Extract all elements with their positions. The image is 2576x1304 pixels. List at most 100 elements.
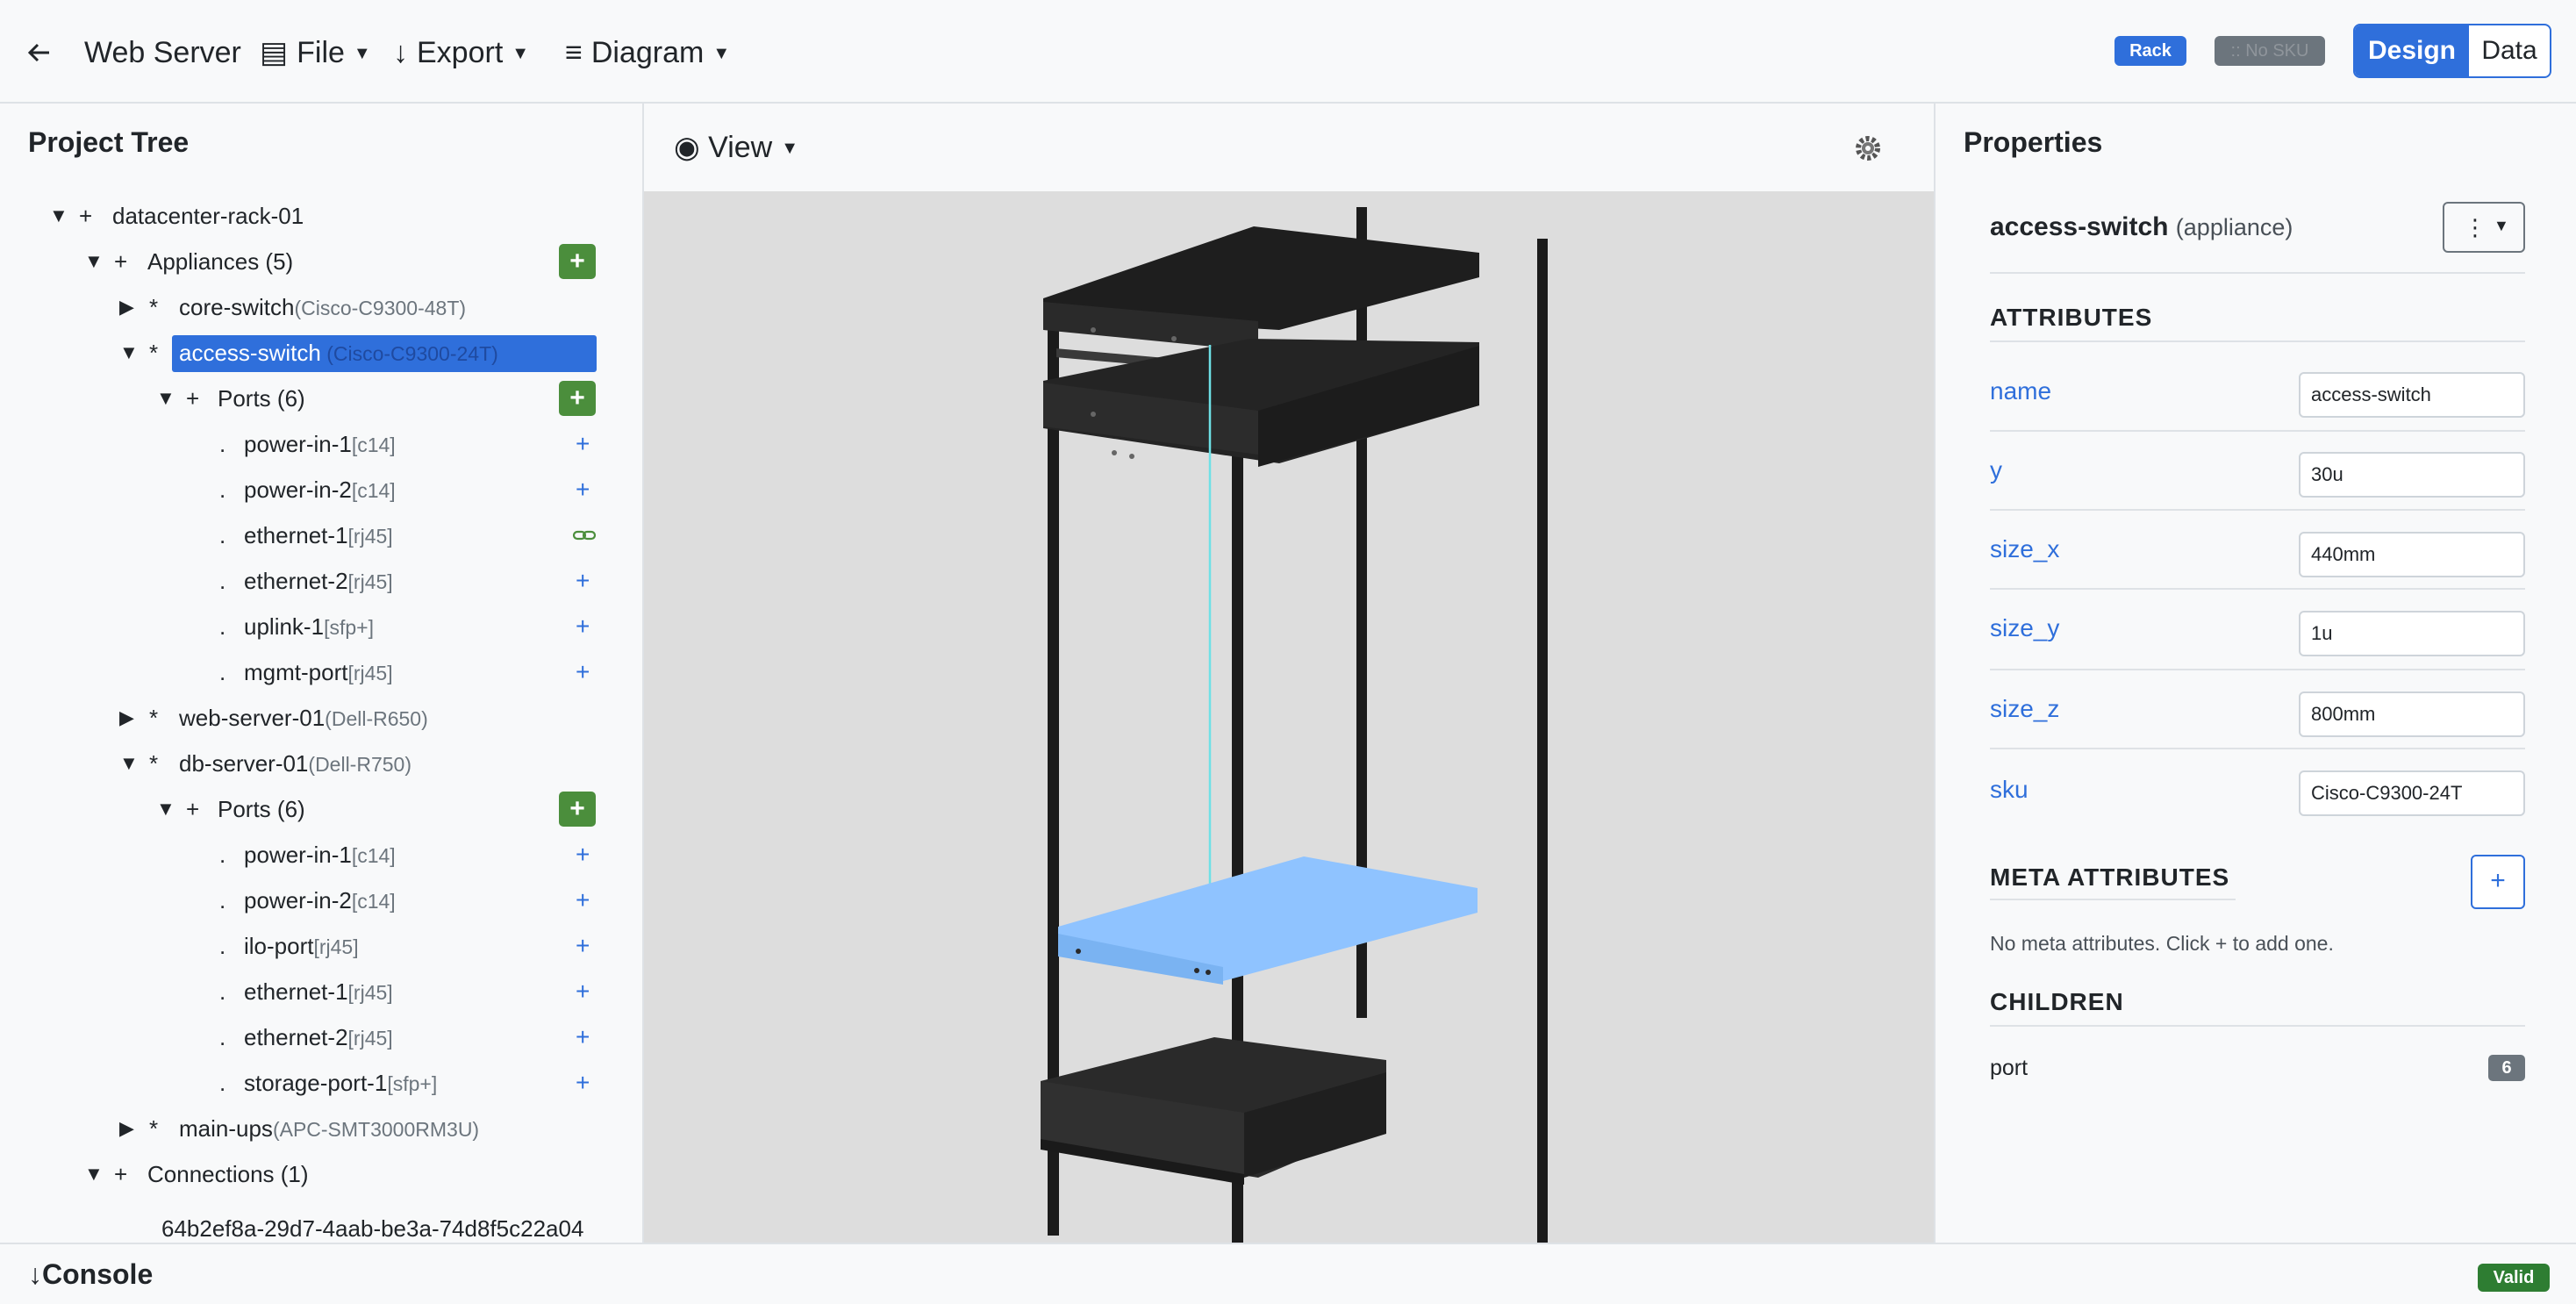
expanded-caret-icon[interactable]: ▼ xyxy=(119,330,139,376)
meta-attributes-section-title: META ATTRIBUTES xyxy=(1990,863,2230,891)
attr-input-size-y[interactable] xyxy=(2299,611,2525,656)
file-menu[interactable]: ▤ File ▼ xyxy=(260,33,371,73)
tree-node-db-server[interactable]: ▼ * db-server-01(Dell-R750) xyxy=(0,741,642,786)
design-mode-button[interactable]: Design xyxy=(2355,25,2469,76)
tree-node-connection[interactable]: 64b2ef8a-29d7-4aab-be3a-74d8f5c22a04 xyxy=(0,1206,642,1243)
export-menu[interactable]: ↓ Export ▼ xyxy=(393,33,529,73)
console-bar: ↓Console Valid xyxy=(0,1243,2576,1304)
tree-node-label: mgmt-port[rj45] xyxy=(244,659,393,685)
tree-node-port[interactable]: . ethernet-1[rj45] xyxy=(0,512,642,558)
tree-node-label: power-in-2[c14] xyxy=(244,887,396,914)
add-connection-button[interactable]: + xyxy=(576,878,590,923)
attr-key-name: name xyxy=(1990,377,2052,405)
console-toggle[interactable]: ↓Console xyxy=(28,1257,153,1292)
expanded-caret-icon[interactable]: ▼ xyxy=(49,193,68,239)
expanded-caret-icon[interactable]: ▼ xyxy=(84,239,104,284)
properties-title: Properties xyxy=(1964,126,2103,158)
divider xyxy=(1990,899,2236,900)
expanded-caret-icon[interactable]: ▼ xyxy=(156,376,175,421)
back-button[interactable] xyxy=(26,33,53,72)
tree-node-label: Connections (1) xyxy=(147,1161,309,1187)
top-bar: Web Server ▤ File ▼ ↓ Export ▼ ≡ Diagram ▼ Rac… xyxy=(0,0,2576,104)
attr-input-size-z[interactable] xyxy=(2299,691,2525,737)
tree-node-port[interactable]: . power-in-2[c14] + xyxy=(0,467,642,512)
object-actions-menu[interactable]: ⋮ ▼ xyxy=(2443,202,2525,253)
tree-node-port[interactable]: . power-in-1[c14] + xyxy=(0,421,642,467)
plus-icon: + xyxy=(114,248,128,275)
tree-node-port[interactable]: . power-in-1[c14] + xyxy=(0,832,642,878)
add-connection-button[interactable]: + xyxy=(576,1060,590,1106)
selected-object-name: access-switch xyxy=(1990,212,2169,241)
tree-node-port[interactable]: . uplink-1[sfp+] + xyxy=(0,604,642,649)
project-tree-title: Project Tree xyxy=(28,126,190,158)
add-meta-attribute-button[interactable]: + xyxy=(2471,855,2525,909)
dot-icon: . xyxy=(219,978,226,1005)
chevron-down-icon: ▼ xyxy=(712,44,731,63)
attr-input-sku[interactable] xyxy=(2299,770,2525,816)
child-type-port[interactable]: port xyxy=(1990,1053,2028,1083)
divider xyxy=(1990,748,2525,749)
add-connection-button[interactable]: + xyxy=(576,969,590,1014)
asterisk-icon: * xyxy=(149,1115,159,1142)
tree-node-core-switch[interactable]: ▶ * core-switch(Cisco-C9300-48T) xyxy=(0,284,642,330)
add-appliance-button[interactable]: + xyxy=(559,244,596,279)
collapsed-caret-icon[interactable]: ▶ xyxy=(119,1106,134,1151)
tree-node-label: ethernet-1[rj45] xyxy=(244,978,393,1005)
tree-node-port[interactable]: . ethernet-1[rj45] + xyxy=(0,969,642,1014)
attr-key-size-y: size_y xyxy=(1990,614,2060,641)
asterisk-icon: * xyxy=(149,340,159,366)
rack-3d-scene[interactable] xyxy=(644,191,1934,1243)
add-connection-button[interactable]: + xyxy=(576,832,590,878)
3d-viewport[interactable] xyxy=(644,191,1934,1243)
add-connection-button[interactable]: + xyxy=(576,649,590,695)
mount-dot xyxy=(1091,412,1096,417)
divider xyxy=(1990,588,2525,590)
add-port-button[interactable]: + xyxy=(559,792,596,827)
chevron-down-icon: ▼ xyxy=(353,44,371,63)
tree-node-rack[interactable]: ▼ + datacenter-rack-01 xyxy=(0,193,642,239)
tree-node-ports[interactable]: ▼ + Ports (6) + xyxy=(0,786,642,832)
tree-node-access-switch[interactable]: ▼ * access-switch (Cisco-C9300-24T) xyxy=(0,330,642,376)
add-connection-button[interactable]: + xyxy=(576,467,590,512)
chevron-down-icon: ▼ xyxy=(512,44,530,63)
add-connection-button[interactable]: + xyxy=(576,1014,590,1060)
link-icon[interactable] xyxy=(572,527,597,544)
mode-toggle: Design Data xyxy=(2353,24,2551,78)
attr-key-y: y xyxy=(1990,456,2002,484)
expanded-caret-icon[interactable]: ▼ xyxy=(119,741,139,786)
tree-node-label: web-server-01(Dell-R650) xyxy=(179,705,428,731)
tree-node-port[interactable]: . storage-port-1[sfp+] + xyxy=(0,1060,642,1106)
tree-node-main-ups[interactable]: ▶ * main-ups(APC-SMT3000RM3U) xyxy=(0,1106,642,1151)
attr-key-sku: sku xyxy=(1990,776,2029,803)
tree-node-connections[interactable]: ▼ + Connections (1) xyxy=(0,1151,642,1197)
tree-node-port[interactable]: . ilo-port[rj45] + xyxy=(0,923,642,969)
add-port-button[interactable]: + xyxy=(559,381,596,416)
collapsed-caret-icon[interactable]: ▶ xyxy=(119,695,134,741)
add-connection-button[interactable]: + xyxy=(576,923,590,969)
expanded-caret-icon[interactable]: ▼ xyxy=(84,1151,104,1197)
dot-icon: . xyxy=(219,522,226,548)
child-count-badge: 6 xyxy=(2488,1055,2525,1081)
add-connection-button[interactable]: + xyxy=(576,604,590,649)
tree-node-web-server[interactable]: ▶ * web-server-01(Dell-R650) xyxy=(0,695,642,741)
add-connection-button[interactable]: + xyxy=(576,421,590,467)
tree-node-port[interactable]: . power-in-2[c14] + xyxy=(0,878,642,923)
add-connection-button[interactable]: + xyxy=(576,558,590,604)
tree-node-label: core-switch(Cisco-C9300-48T) xyxy=(179,294,467,320)
attr-input-name[interactable] xyxy=(2299,372,2525,418)
tree-node-port[interactable]: . ethernet-2[rj45] + xyxy=(0,558,642,604)
meta-empty-message: No meta attributes. Click + to add one. xyxy=(1990,932,2334,955)
attr-input-y[interactable] xyxy=(2299,452,2525,498)
tree-node-ports[interactable]: ▼ + Ports (6) + xyxy=(0,376,642,421)
collapsed-caret-icon[interactable]: ▶ xyxy=(119,284,134,330)
tree-node-port[interactable]: . ethernet-2[rj45] + xyxy=(0,1014,642,1060)
view-menu[interactable]: ◉ View ▼ xyxy=(674,128,798,168)
attr-input-size-x[interactable] xyxy=(2299,532,2525,577)
diagram-menu[interactable]: ≡ Diagram ▼ xyxy=(565,33,730,73)
expanded-caret-icon[interactable]: ▼ xyxy=(156,786,175,832)
tree-node-port[interactable]: . mgmt-port[rj45] + xyxy=(0,649,642,695)
diagram-menu-label: Diagram xyxy=(590,36,705,69)
data-mode-button[interactable]: Data xyxy=(2469,25,2550,76)
gear-icon[interactable] xyxy=(1853,133,1883,163)
tree-node-appliances[interactable]: ▼ + Appliances (5) + xyxy=(0,239,642,284)
